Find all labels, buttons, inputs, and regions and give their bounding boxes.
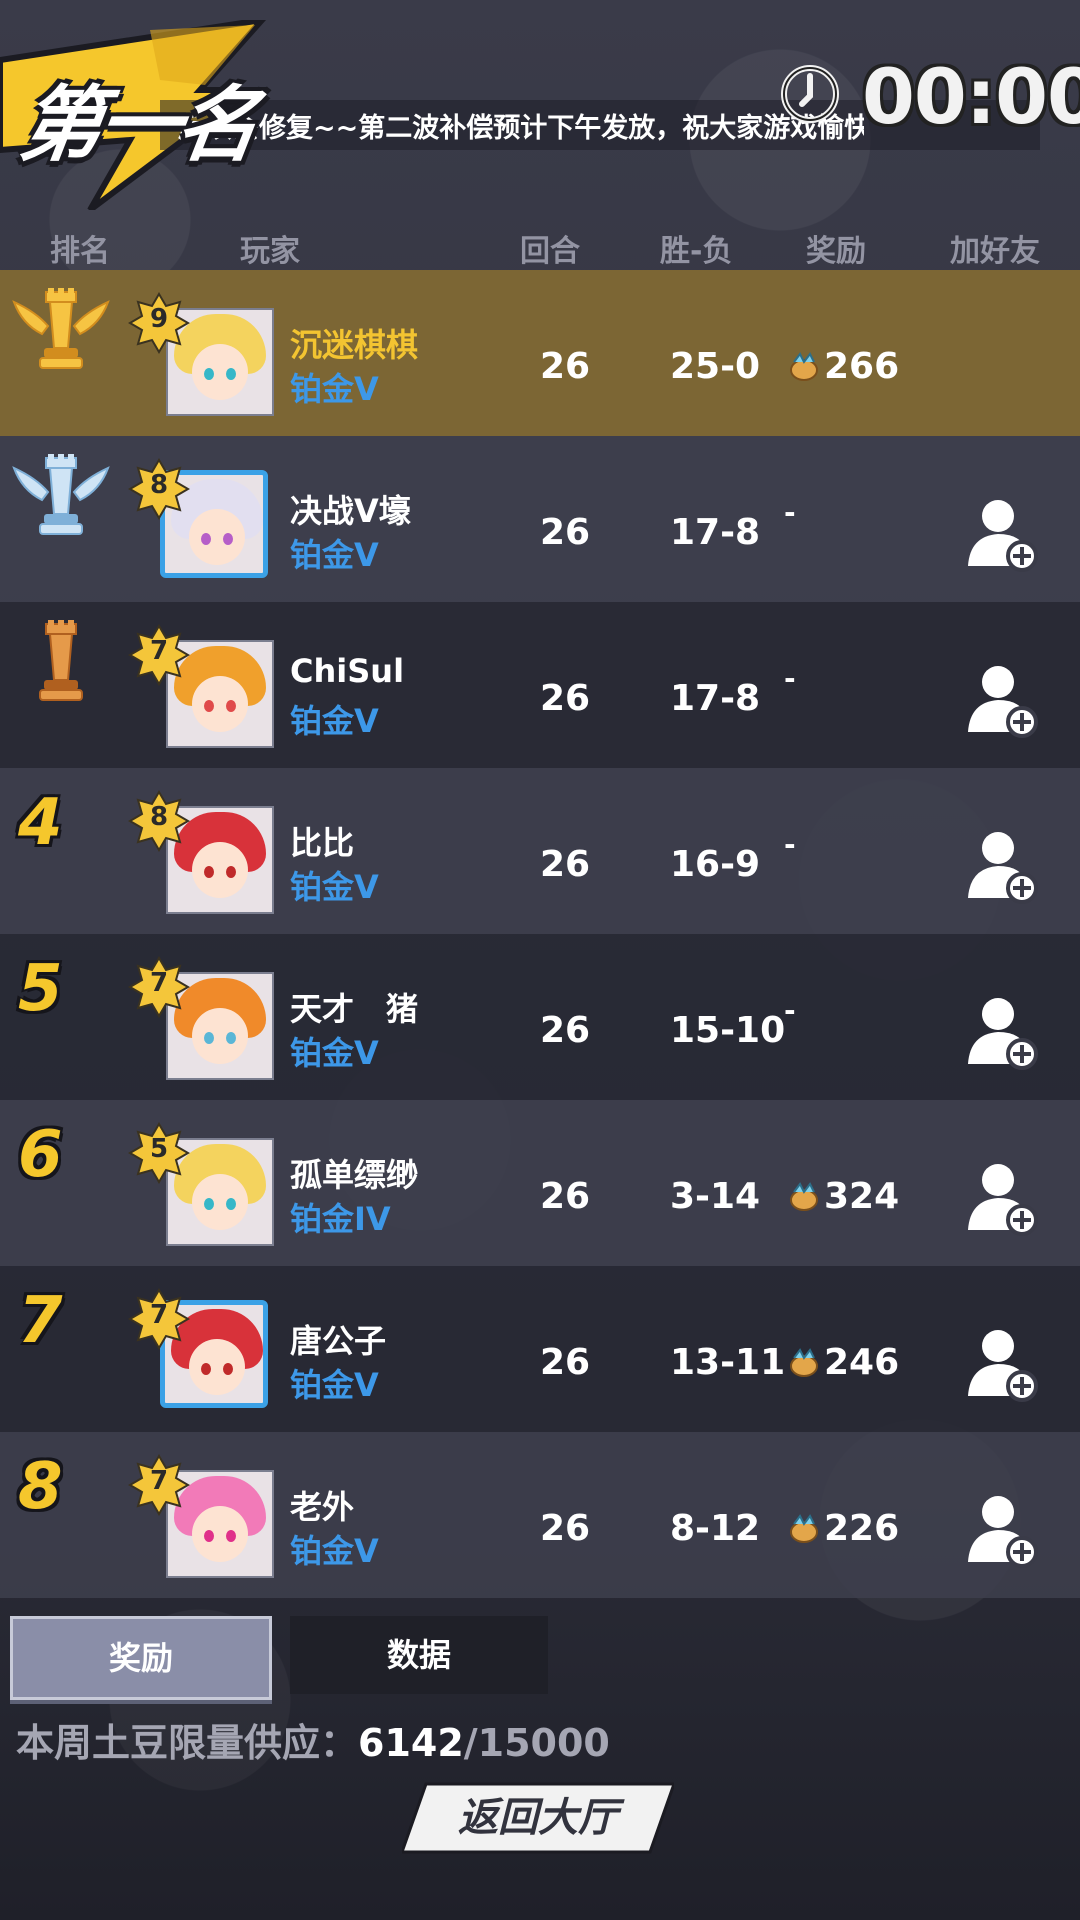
column-header-add-friend: 加好友 [950, 234, 1040, 269]
leaderboard-row: 4 8 比比 铂金V 26 16-9 - [0, 768, 1080, 934]
add-friend-icon[interactable] [966, 496, 1038, 572]
add-friend-icon[interactable] [966, 1160, 1038, 1236]
leaderboard-row: 7 7 唐公子 铂金V 26 13-11 246 [0, 1266, 1080, 1432]
player-tier: 铂金V [290, 370, 379, 408]
reward-value: 324 [824, 1176, 900, 1217]
player-level: 9 [149, 304, 169, 334]
add-friend-icon[interactable] [966, 994, 1038, 1070]
player-level: 7 [149, 636, 169, 666]
player-name: 决战V壕 [290, 492, 411, 530]
rank-gold-trophy-icon [12, 288, 110, 369]
countdown-timer: 00:00 [862, 52, 1080, 141]
reward: 324 [788, 1176, 899, 1217]
player-name: 孤单缥缈 [290, 1156, 419, 1194]
potato-coin-icon [790, 352, 818, 381]
player-level: 7 [149, 968, 169, 998]
player-name: 老外 [290, 1488, 355, 1526]
add-friend-icon[interactable] [966, 828, 1038, 904]
win-loss-value: 13-11 [670, 1342, 786, 1383]
supply-total: /15000 [463, 1721, 610, 1765]
column-header-win-loss: 胜-负 [660, 234, 733, 269]
potato-coin-icon [790, 1348, 818, 1377]
player-level: 5 [149, 1134, 169, 1164]
rounds-value: 26 [540, 1176, 591, 1217]
reward: 246 [788, 1342, 899, 1383]
column-header-player: 玩家 [240, 234, 300, 269]
reward-value: 226 [824, 1508, 900, 1549]
supply-label: 本周土豆限量供应： [16, 1721, 359, 1765]
add-friend-icon[interactable] [966, 1492, 1038, 1568]
reward-value: - [784, 994, 796, 1027]
rounds-value: 26 [540, 512, 591, 553]
player-tier: 铂金V [290, 702, 379, 740]
weekly-supply: 本周土豆限量供应：6142/15000 [16, 1712, 610, 1767]
rank-number: 8 [18, 1450, 63, 1524]
rounds-value: 26 [540, 1342, 591, 1383]
win-loss-value: 15-10 [670, 1010, 786, 1051]
player-name: ChiSul [290, 652, 405, 690]
player-level: 8 [149, 470, 169, 500]
player-name: 比比 [290, 824, 355, 862]
rounds-value: 26 [540, 1010, 591, 1051]
back-to-lobby-label: 返回大厅 [458, 1795, 618, 1841]
rank-number: 4 [18, 786, 63, 860]
rank-silver-trophy-icon [12, 454, 110, 535]
rounds-value: 26 [540, 1508, 591, 1549]
win-loss-value: 25-0 [670, 346, 761, 387]
player-level: 8 [149, 802, 169, 832]
leaderboard-row: 9 沉迷棋棋 铂金V 26 25-0 266 [0, 270, 1080, 436]
rank-number: 6 [18, 1118, 63, 1192]
player-tier: 铂金V [290, 1532, 379, 1570]
reward-value: - [784, 662, 796, 695]
rounds-value: 26 [540, 678, 591, 719]
player-name: 沉迷棋棋 [290, 326, 419, 364]
reward-value: 246 [824, 1342, 900, 1383]
win-loss-value: 17-8 [670, 512, 761, 553]
rounds-value: 26 [540, 844, 591, 885]
win-loss-value: 8-12 [670, 1508, 761, 1549]
tab-data[interactable]: 数据 [290, 1616, 548, 1694]
rank-number: 7 [18, 1284, 63, 1358]
win-loss-value: 3-14 [670, 1176, 761, 1217]
rounds-value: 26 [540, 346, 591, 387]
potato-coin-icon [790, 1514, 818, 1543]
leaderboard-row: 5 7 天才 猪 铂金V 26 15-10 - [0, 934, 1080, 1100]
add-friend-icon[interactable] [966, 1326, 1038, 1402]
clock-icon [781, 65, 839, 123]
rank-title: 第一名 [14, 78, 262, 173]
player-name: 唐公子 [290, 1322, 387, 1360]
reward-value: 266 [824, 346, 900, 387]
player-level: 7 [149, 1300, 169, 1330]
reward: 226 [788, 1508, 899, 1549]
player-tier: 铂金V [290, 1366, 379, 1404]
player-tier: 铂金V [290, 1034, 379, 1072]
player-tier: 铂金IV [290, 1200, 391, 1238]
column-header-reward: 奖励 [806, 234, 866, 269]
add-friend-icon[interactable] [966, 662, 1038, 738]
reward-value: - [784, 828, 796, 861]
leaderboard-row: 6 5 孤单缥缈 铂金IV 26 3-14 324 [0, 1100, 1080, 1266]
potato-coin-icon [790, 1182, 818, 1211]
player-tier: 铂金V [290, 536, 379, 574]
leaderboard-row: 7 ChiSul 铂金V 26 17-8 - [0, 602, 1080, 768]
rank-number: 5 [18, 952, 63, 1026]
column-header-rank: 排名 [50, 234, 110, 269]
player-level: 7 [149, 1466, 169, 1496]
rank-bronze-trophy-icon [39, 620, 83, 701]
win-loss-value: 17-8 [670, 678, 761, 719]
reward-value: - [784, 496, 796, 529]
leaderboard-row: 8 7 老外 铂金V 26 8-12 226 [0, 1432, 1080, 1598]
reward: 266 [788, 346, 899, 387]
column-header-rounds: 回合 [520, 234, 580, 269]
player-name: 天才 猪 [290, 990, 419, 1028]
tab-reward[interactable]: 奖励 [10, 1616, 272, 1700]
leaderboard-row: 8 决战V壕 铂金V 26 17-8 - [0, 436, 1080, 602]
win-loss-value: 16-9 [670, 844, 761, 885]
player-tier: 铂金V [290, 868, 379, 906]
announcement-text: 后续会修复~~第二波补偿预计下午发放，祝大家游戏愉快 [178, 113, 864, 144]
supply-current: 6142 [358, 1721, 464, 1765]
